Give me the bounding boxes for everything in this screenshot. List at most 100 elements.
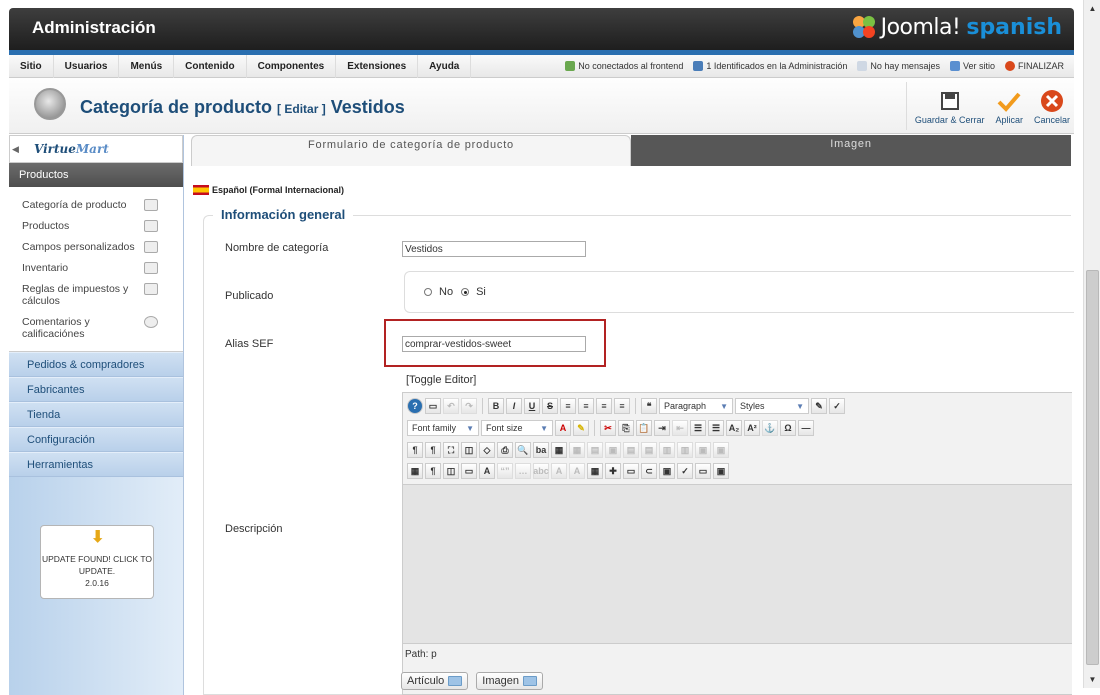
underline-icon[interactable]: U <box>524 398 540 414</box>
cell-props-icon[interactable]: ▣ <box>605 442 621 458</box>
sidebar-section-fabricantes[interactable]: Fabricantes <box>9 377 183 402</box>
bullet-list-icon[interactable]: ☰ <box>708 420 724 436</box>
menu-menus[interactable]: Menús <box>119 54 175 78</box>
copy-icon[interactable]: ⎘ <box>618 420 634 436</box>
cite-icon[interactable]: “” <box>497 463 513 479</box>
indent-icon[interactable]: ⇥ <box>654 420 670 436</box>
split-cells-icon[interactable]: ▣ <box>713 442 729 458</box>
special-char-icon[interactable]: Ω <box>780 420 796 436</box>
sidebar-item-reglas[interactable]: Reglas de impuestos y cálculos <box>9 279 183 312</box>
align-justify-icon[interactable]: ≡ <box>614 398 630 414</box>
admin-status[interactable]: 1 Identificados en la Administración <box>693 61 847 72</box>
font-family-select[interactable]: Font family ▼ <box>407 420 479 436</box>
frontend-status[interactable]: No conectados al frontend <box>565 61 683 72</box>
paragraph-icon[interactable]: ¶ <box>425 442 441 458</box>
spellcheck-icon[interactable]: ✓ <box>677 463 693 479</box>
show-blocks-icon[interactable]: ¶ <box>407 442 423 458</box>
acronym-icon[interactable]: abc <box>533 463 549 479</box>
textbox-icon[interactable]: ▭ <box>695 463 711 479</box>
toggle-editor-link[interactable]: [Toggle Editor] <box>406 374 476 386</box>
undo-icon[interactable]: ↶ <box>443 398 459 414</box>
font-size-select[interactable]: Font size ▼ <box>481 420 553 436</box>
preview-icon[interactable]: ◫ <box>461 442 477 458</box>
sidebar-item-comentarios[interactable]: Comentarios y calificaciónes <box>9 312 183 345</box>
highlight-icon[interactable]: ✎ <box>573 420 589 436</box>
menu-extensiones[interactable]: Extensiones <box>336 54 419 78</box>
tab-formulario[interactable]: Formulario de categoría de producto <box>191 135 631 166</box>
insert-col-icon[interactable]: ▥ <box>659 442 675 458</box>
delete-row-icon[interactable]: ▤ <box>641 442 657 458</box>
sidebar-section-herramientas[interactable]: Herramientas <box>9 452 183 477</box>
logout-link[interactable]: FINALIZAR <box>1004 61 1064 72</box>
sidebar-item-productos[interactable]: Productos <box>9 216 183 237</box>
sidebar-section-configuracion[interactable]: Configuración <box>9 427 183 452</box>
merge-cells-icon[interactable]: ▣ <box>695 442 711 458</box>
page-scrollbar[interactable]: ▲ ▼ <box>1083 0 1100 688</box>
blockquote-icon[interactable]: ❝ <box>641 398 657 414</box>
italic-icon[interactable]: I <box>506 398 522 414</box>
sidebar-item-campos[interactable]: Campos personalizados <box>9 237 183 258</box>
radio-si[interactable] <box>461 288 470 296</box>
outdent-icon[interactable]: ⇤ <box>672 420 688 436</box>
layer-icon[interactable]: ▭ <box>461 463 477 479</box>
format-select[interactable]: Paragraph ▼ <box>659 398 733 414</box>
row-props-icon[interactable]: ▤ <box>587 442 603 458</box>
apply-button[interactable]: Aplicar <box>995 89 1023 125</box>
sidebar-item-inventario[interactable]: Inventario <box>9 258 183 279</box>
cleanup-icon[interactable]: ✓ <box>829 398 845 414</box>
radio-no[interactable] <box>424 288 432 296</box>
style-props-icon[interactable]: A <box>479 463 495 479</box>
category-name-input[interactable] <box>402 241 586 257</box>
messages-status[interactable]: No hay mensajes <box>857 61 940 72</box>
collapse-icon[interactable]: ◀ <box>12 144 19 155</box>
save-close-button[interactable]: Guardar & Cerrar <box>915 89 984 125</box>
update-notice-button[interactable]: ⬇ UPDATE FOUND! CLICK TO UPDATE. 2.0.16 <box>40 525 154 599</box>
nonbreaking-icon[interactable]: ✚ <box>605 463 621 479</box>
numbered-list-icon[interactable]: ☰ <box>690 420 706 436</box>
styles-select[interactable]: Styles ▼ <box>735 398 809 414</box>
image-icon[interactable]: ▣ <box>659 463 675 479</box>
attributes-icon[interactable]: ▦ <box>587 463 603 479</box>
horizontal-rule-icon[interactable]: — <box>798 420 814 436</box>
article-button[interactable]: Artículo <box>401 672 469 690</box>
print-icon[interactable]: ⎙ <box>497 442 513 458</box>
menu-usuarios[interactable]: Usuarios <box>54 54 120 78</box>
align-left-icon[interactable]: ≡ <box>560 398 576 414</box>
panel-icon[interactable]: ▣ <box>713 463 729 479</box>
redo-icon[interactable]: ↷ <box>461 398 477 414</box>
menu-sitio[interactable]: Sitio <box>9 54 54 78</box>
paste-icon[interactable]: 📋 <box>636 420 652 436</box>
text-color-icon[interactable]: A <box>555 420 571 436</box>
bold-icon[interactable]: B <box>488 398 504 414</box>
table-icon[interactable]: ▦ <box>551 442 567 458</box>
align-right-icon[interactable]: ≡ <box>596 398 612 414</box>
subscript-icon[interactable]: A₂ <box>726 420 742 436</box>
ins-icon[interactable]: A <box>569 463 585 479</box>
del-icon[interactable]: A <box>551 463 567 479</box>
tab-imagen[interactable]: Imagen <box>631 135 1071 166</box>
scroll-up-icon[interactable]: ▲ <box>1084 0 1100 17</box>
view-site-link[interactable]: Ver sitio <box>949 61 995 72</box>
menu-contenido[interactable]: Contenido <box>174 54 247 78</box>
superscript-icon[interactable]: A² <box>744 420 760 436</box>
cut-icon[interactable]: ✂ <box>600 420 616 436</box>
strikethrough-icon[interactable]: S <box>542 398 558 414</box>
menu-componentes[interactable]: Componentes <box>247 54 337 78</box>
abbr-icon[interactable]: … <box>515 463 531 479</box>
find-icon[interactable]: 🔍 <box>515 442 531 458</box>
grid-icon[interactable]: ▦ <box>407 463 423 479</box>
source-icon[interactable]: ◇ <box>479 442 495 458</box>
eraser-icon[interactable]: ✎ <box>811 398 827 414</box>
sidebar-section-pedidos[interactable]: Pedidos & compradores <box>9 352 183 377</box>
pilcrow-icon[interactable]: ¶ <box>425 463 441 479</box>
replace-icon[interactable]: ba <box>533 442 549 458</box>
link-icon[interactable]: ⊂ <box>641 463 657 479</box>
scroll-down-icon[interactable]: ▼ <box>1084 671 1100 688</box>
alias-sef-input[interactable] <box>402 336 586 352</box>
sidebar-section-productos[interactable]: Productos <box>9 163 183 187</box>
sidebar-item-categoria[interactable]: Categoría de producto <box>9 195 183 216</box>
insert-row-icon[interactable]: ▤ <box>623 442 639 458</box>
sidebar-section-tienda[interactable]: Tienda <box>9 402 183 427</box>
image-button[interactable]: Imagen <box>476 672 543 690</box>
fullscreen-icon[interactable]: ⛶ <box>443 442 459 458</box>
